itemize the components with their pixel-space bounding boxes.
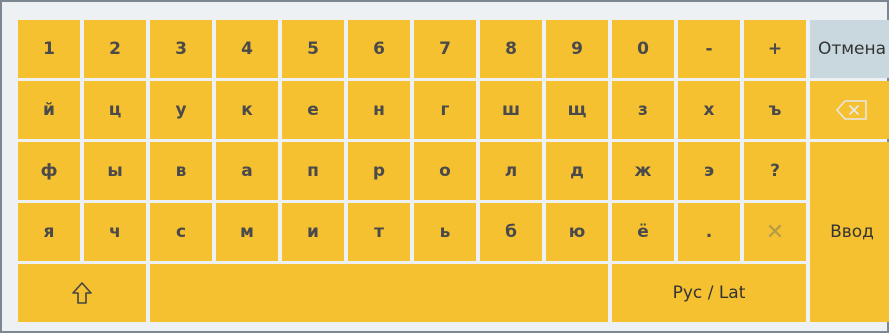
language-switch-button[interactable]: Рус / Lat <box>612 264 806 322</box>
key-letter[interactable]: ё <box>612 203 674 261</box>
cancel-button[interactable]: Отмена <box>810 20 889 78</box>
key-letter[interactable]: с <box>150 203 212 261</box>
key-letter[interactable]: ф <box>18 142 80 200</box>
key-letter[interactable]: е <box>282 81 344 139</box>
key-plus[interactable]: + <box>744 20 806 78</box>
key-letter[interactable]: и <box>282 203 344 261</box>
key-letter[interactable]: а <box>216 142 278 200</box>
key-letter[interactable]: ы <box>84 142 146 200</box>
key-letter[interactable]: й <box>18 81 80 139</box>
key-letter[interactable]: н <box>348 81 410 139</box>
key-letter[interactable]: г <box>414 81 476 139</box>
close-icon: ✕ <box>765 219 785 245</box>
key-letter[interactable]: п <box>282 142 344 200</box>
key-letter[interactable]: ж <box>612 142 674 200</box>
keyboard-frame: 1 2 3 4 5 6 7 8 9 0 - + Отмена й ц у к е… <box>0 0 889 333</box>
key-letter[interactable]: д <box>546 142 608 200</box>
key-letter[interactable]: у <box>150 81 212 139</box>
key-1[interactable]: 1 <box>18 20 80 78</box>
key-letter[interactable]: х <box>678 81 740 139</box>
key-letter[interactable]: щ <box>546 81 608 139</box>
key-letter[interactable]: э <box>678 142 740 200</box>
key-question[interactable]: ? <box>744 142 806 200</box>
key-letter[interactable]: ч <box>84 203 146 261</box>
key-letter[interactable]: б <box>480 203 542 261</box>
key-letter[interactable]: м <box>216 203 278 261</box>
on-screen-keyboard: 1 2 3 4 5 6 7 8 9 0 - + Отмена й ц у к е… <box>18 20 889 322</box>
key-2[interactable]: 2 <box>84 20 146 78</box>
key-letter[interactable]: ъ <box>744 81 806 139</box>
key-letter[interactable]: р <box>348 142 410 200</box>
key-0[interactable]: 0 <box>612 20 674 78</box>
key-8[interactable]: 8 <box>480 20 542 78</box>
key-letter[interactable]: ю <box>546 203 608 261</box>
key-letter[interactable]: к <box>216 81 278 139</box>
key-4[interactable]: 4 <box>216 20 278 78</box>
key-letter[interactable]: ш <box>480 81 542 139</box>
enter-button[interactable]: Ввод <box>810 142 889 322</box>
shift-arrow-icon <box>71 281 93 305</box>
key-3[interactable]: 3 <box>150 20 212 78</box>
key-letter[interactable]: т <box>348 203 410 261</box>
backspace-button[interactable] <box>810 81 889 139</box>
key-letter[interactable]: з <box>612 81 674 139</box>
key-9[interactable]: 9 <box>546 20 608 78</box>
key-letter[interactable]: ь <box>414 203 476 261</box>
key-6[interactable]: 6 <box>348 20 410 78</box>
key-5[interactable]: 5 <box>282 20 344 78</box>
space-bar[interactable] <box>150 264 608 322</box>
key-letter[interactable]: в <box>150 142 212 200</box>
key-7[interactable]: 7 <box>414 20 476 78</box>
key-period[interactable]: . <box>678 203 740 261</box>
key-letter[interactable]: я <box>18 203 80 261</box>
shift-button[interactable] <box>18 264 146 322</box>
key-minus[interactable]: - <box>678 20 740 78</box>
key-letter[interactable]: о <box>414 142 476 200</box>
key-letter[interactable]: л <box>480 142 542 200</box>
key-letter[interactable]: ц <box>84 81 146 139</box>
backspace-icon <box>836 100 868 120</box>
clear-button[interactable]: ✕ <box>744 203 806 261</box>
